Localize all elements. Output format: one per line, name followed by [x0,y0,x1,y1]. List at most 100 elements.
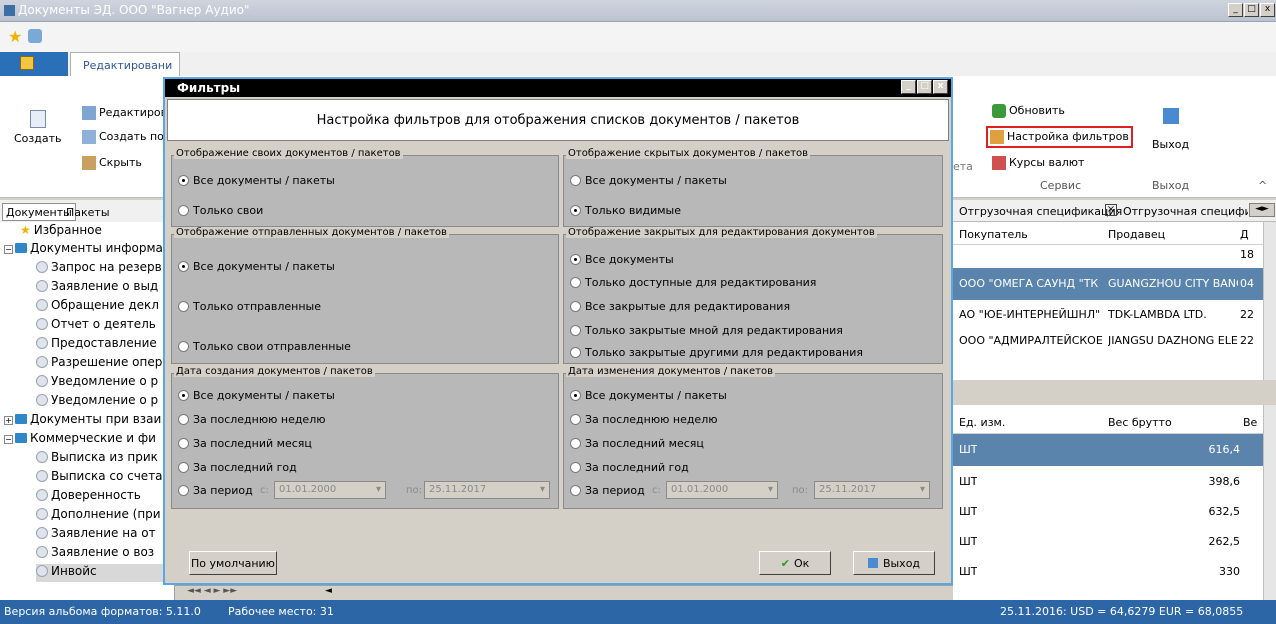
column-header[interactable]: Покупатель [959,228,1028,241]
radio-created-all[interactable]: Все документы / пакеты [178,389,335,402]
dialog-maximize-button[interactable]: □ [917,80,932,94]
created-to-date[interactable]: 25.11.2017 ▾ [424,481,550,499]
radio-created-year[interactable]: За последний год [178,461,297,474]
tree-item[interactable]: Доверенность [36,488,141,506]
dialog-exit-button[interactable]: Выход [853,551,935,575]
file-tab[interactable] [0,52,68,76]
scroll-left-icon[interactable]: ◄ [325,586,332,596]
radio-label: Все документы / пакеты [193,389,335,402]
hide-button[interactable]: Скрыть [82,156,142,170]
own-documents-group: Отображение своих документов / пакетов В… [171,148,559,227]
created-from-date[interactable]: 01.01.2000 ▾ [274,481,386,499]
tab-edit[interactable]: Редактировани [70,52,180,76]
star-icon: ★ [20,223,31,237]
radio-all-closed[interactable]: Все закрытые для редактирования [570,300,790,313]
ok-button[interactable]: ✔ Ок [759,551,831,575]
minimize-button[interactable]: _ [1228,3,1243,17]
radio-own-all[interactable]: Все документы / пакеты [178,174,335,187]
tree-item[interactable]: Запрос на резерв [36,260,162,278]
expand-icon[interactable]: + [4,416,13,425]
folder-icon [15,243,27,253]
modified-to-date[interactable]: 25.11.2017 ▾ [814,481,930,499]
tree-item[interactable]: Заявление о воз [36,545,154,563]
tree-item[interactable]: Обращение декл [36,298,159,316]
tree-item[interactable]: Уведомление о р [36,393,158,411]
column-header[interactable]: Ед. изм. [959,416,1005,429]
radio-hidden-all[interactable]: Все документы / пакеты [570,174,727,187]
radio-editable-only[interactable]: Только доступные для редактирования [570,276,816,289]
grid-tab[interactable]: Отгрузочная специфик [1123,205,1248,218]
date-value: 25.11.2017 [819,484,877,495]
column-header[interactable]: Вес брутто [1108,416,1172,429]
create-from-button[interactable]: Создать по [82,130,164,144]
vertical-scrollbar[interactable] [1263,222,1276,380]
tree-item[interactable]: Дополнение (при [36,507,161,525]
tree-item-label: Уведомление о р [51,374,159,388]
radio-created-week[interactable]: За последнюю неделю [178,413,326,426]
create-label: Создать [14,132,62,145]
modified-from-date[interactable]: 01.01.2000 ▾ [666,481,778,499]
tree-item[interactable]: Выписка со счета [36,469,163,487]
dialog-close-button[interactable]: x [933,80,948,94]
tree-item[interactable]: Заявление о выд [36,279,158,297]
tree-item[interactable]: Предоставление [36,336,157,354]
tree-item[interactable]: Разрешение опер [36,355,162,373]
tree-item-label: Заявление о воз [51,545,155,559]
radio-modified-year[interactable]: За последний год [570,461,689,474]
radio-created-month[interactable]: За последний месяц [178,437,312,450]
collapse-icon[interactable]: − [4,435,13,444]
column-header[interactable]: Продавец [1108,228,1165,241]
navigator-arrows-icon[interactable]: ◄◄ ◄ ► ►► [187,586,237,596]
column-header[interactable]: Ве [1243,416,1257,429]
tree-item-selected[interactable]: Инвойс [36,564,174,582]
refresh-button[interactable]: Обновить [992,104,1065,118]
grid-tab[interactable]: Отгрузочная спецификация [959,205,1122,218]
dropdown-arrow-icon: ▾ [539,484,545,495]
radio-closed-all[interactable]: Все документы [570,253,674,266]
radio-own-only[interactable]: Только свои [178,204,263,217]
tree-item[interactable]: Отчет о деятель [36,317,156,335]
radio-closed-by-me[interactable]: Только закрытые мной для редактирования [570,324,843,337]
radio-modified-week[interactable]: За последнюю неделю [570,413,718,426]
currency-rates-button[interactable]: Курсы валют [992,156,1084,170]
tab-scroll-arrows[interactable]: ◄► [1249,203,1275,217]
dialog-minimize-button[interactable]: _ [901,80,916,94]
create-icon [29,110,46,128]
create-button[interactable]: Создать [14,110,62,145]
ribbon-collapse-icon[interactable]: ^ [1258,179,1267,192]
exit-ribbon-button[interactable]: Выход [1152,108,1189,151]
tree-folder[interactable]: − Коммерческие и фи [4,431,156,449]
tree-item[interactable]: Уведомление о р [36,374,158,392]
dialog-header: Настройка фильтров для отображения списк… [167,99,949,141]
vertical-scrollbar[interactable] [1263,405,1276,600]
tree-folder[interactable]: + Документы при взаи [4,412,161,430]
radio-modified-all[interactable]: Все документы / пакеты [570,389,727,402]
radio-created-period[interactable]: За период [178,484,253,497]
collapse-icon[interactable]: − [4,245,13,254]
radio-closed-by-others[interactable]: Только закрытые другими для редактирован… [570,346,863,359]
column-header[interactable]: Д [1240,228,1249,241]
filter-settings-button[interactable]: Настройка фильтров [986,126,1133,148]
radio-modified-period[interactable]: За период [570,484,645,497]
tab-packets[interactable]: Пакеты [62,203,114,221]
radio-label: Все документы / пакеты [585,389,727,402]
tree-item[interactable]: Выписка из прик [36,450,158,468]
radio-visible-only[interactable]: Только видимые [570,204,681,217]
window-title: Документы ЭД. ООО "Вагнер Аудио" [18,3,250,17]
radio-sent-own[interactable]: Только свои отправленные [178,340,351,353]
radio-label: Только свои [193,204,264,217]
radio-modified-month[interactable]: За последний месяц [570,437,704,450]
tree-item-favorites[interactable]: ★ Избранное [20,223,102,241]
tree-folder[interactable]: − Документы информа [4,241,163,259]
close-button[interactable]: x [1260,3,1275,17]
tools-icon[interactable] [28,29,42,43]
star-icon[interactable]: ★ [8,27,22,46]
default-button[interactable]: По умолчанию [189,551,277,575]
edit-button[interactable]: Редактиров [82,106,167,120]
close-tab-icon[interactable]: × [1105,204,1117,216]
maximize-button[interactable]: □ [1244,3,1259,17]
radio-sent-all[interactable]: Все документы / пакеты [178,260,335,273]
radio-sent-only[interactable]: Только отправленные [178,300,321,313]
grid-cell: 262,5 [1208,535,1241,548]
tree-item[interactable]: Заявление на от [36,526,156,544]
